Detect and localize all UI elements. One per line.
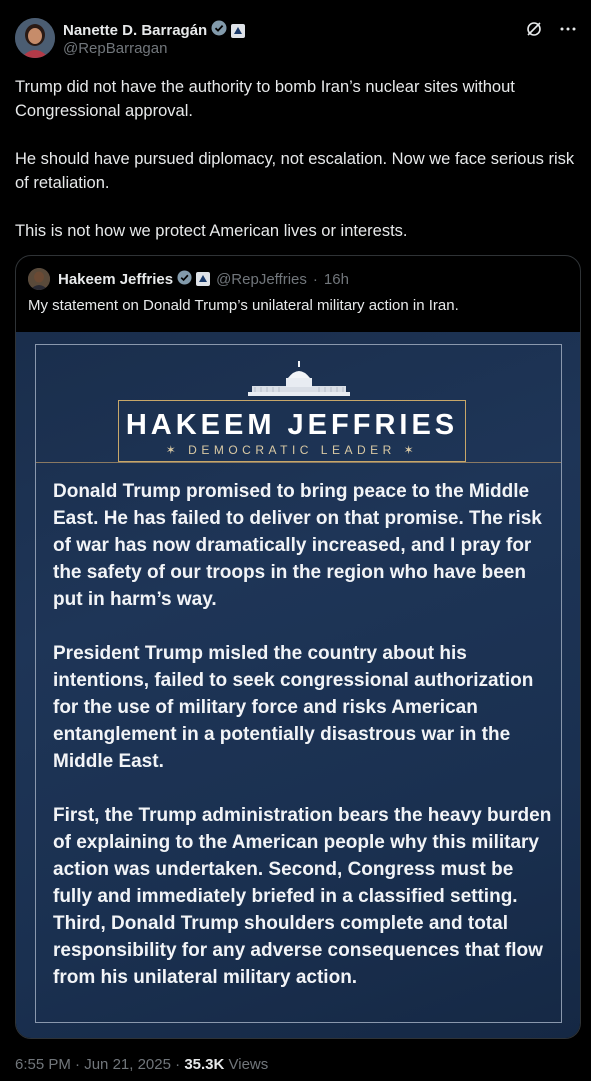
author-name[interactable]: Nanette D. Barragán [63, 22, 207, 39]
grok-icon[interactable] [524, 19, 544, 39]
post-time[interactable]: 6:55 PM [15, 1056, 71, 1073]
statement-subtitle: DEMOCRATIC LEADER [188, 443, 396, 457]
quoted-author-handle: @RepJeffries [216, 270, 307, 288]
more-icon[interactable] [558, 19, 578, 39]
statement-paragraph: President Trump misled the country about… [53, 643, 534, 772]
statement-title: HAKEEM JEFFRIES [125, 409, 459, 441]
quoted-timestamp: 16h [323, 270, 349, 288]
statement-paragraph: Donald Trump promised to bring peace to … [53, 481, 542, 610]
statement-body: Donald Trump promised to bring peace to … [53, 478, 553, 1018]
meta-separator: · [175, 1056, 181, 1073]
quoted-author-avatar [28, 268, 50, 290]
tweet-paragraph: This is not how we protect American live… [15, 222, 408, 240]
tweet-header: Nanette D. Barragán @RepBarragan [15, 17, 580, 61]
views-count: 35.3K [184, 1056, 225, 1073]
government-badge-icon [231, 23, 246, 38]
tweet-paragraph: He should have pursued diplomacy, not es… [15, 150, 575, 192]
verified-badge-icon [211, 20, 227, 41]
meta-separator: · [75, 1056, 81, 1073]
statement-paragraph: First, the Trump administration bears th… [53, 805, 552, 988]
quoted-tweet-text: My statement on Donald Trump’s unilatera… [28, 297, 459, 314]
quoted-author-name: Hakeem Jeffries [58, 270, 174, 288]
quoted-tweet[interactable]: Hakeem Jeffries @RepJeffries · 16h My st… [15, 255, 581, 1039]
author-avatar[interactable] [15, 18, 55, 58]
statement-subtitle-row: ✶ DEMOCRATIC LEADER ✶ [119, 443, 465, 457]
star-icon: ✶ [403, 443, 419, 457]
tweet-text: Trump did not have the authority to bomb… [15, 75, 577, 267]
divider [36, 462, 561, 463]
views-label: Views [228, 1056, 269, 1073]
author-handle[interactable]: @RepBarragan [63, 40, 167, 57]
statement-logo: HAKEEM JEFFRIES ✶ DEMOCRATIC LEADER ✶ [36, 345, 561, 465]
verified-badge-icon [177, 269, 192, 289]
statement-frame: HAKEEM JEFFRIES ✶ DEMOCRATIC LEADER ✶ Do… [35, 344, 562, 1023]
government-badge-icon [196, 272, 211, 286]
tweet-footer: 6:55 PM · Jun 21, 2025 · 35.3K Views [15, 1056, 268, 1073]
statement-image[interactable]: HAKEEM JEFFRIES ✶ DEMOCRATIC LEADER ✶ Do… [16, 332, 580, 1038]
statement-title-box: HAKEEM JEFFRIES ✶ DEMOCRATIC LEADER ✶ [118, 400, 466, 462]
tweet-paragraph: Trump did not have the authority to bomb… [15, 78, 515, 120]
post-date[interactable]: Jun 21, 2025 [84, 1056, 171, 1073]
quoted-tweet-header: Hakeem Jeffries @RepJeffries · 16h [28, 268, 349, 290]
star-icon: ✶ [165, 443, 181, 457]
capitol-icon [246, 360, 352, 405]
meta-separator: · [312, 270, 318, 288]
